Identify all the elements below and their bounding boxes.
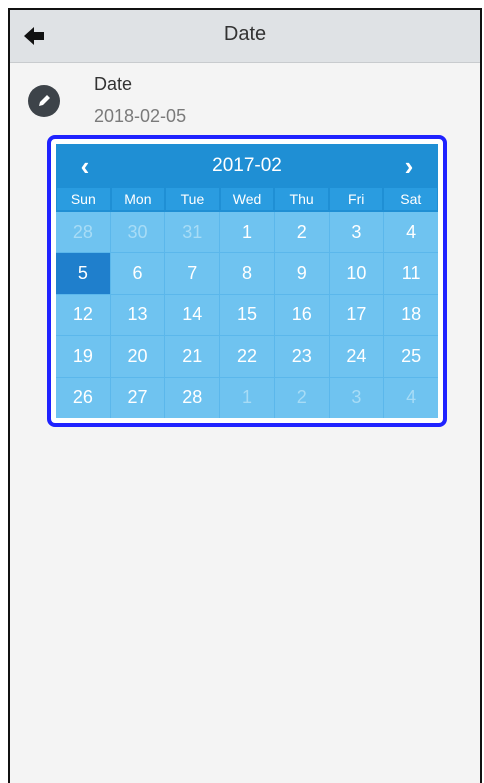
weekday-label: Sat xyxy=(384,188,438,210)
weekday-label: Mon xyxy=(111,188,165,210)
calendar-header: ‹ 2017-02 › xyxy=(56,144,438,188)
pencil-icon xyxy=(28,85,60,117)
day-cell[interactable]: 7 xyxy=(165,253,220,294)
month-label: 2017-02 xyxy=(212,155,282,176)
weekday-label: Sun xyxy=(57,188,110,210)
next-month-button[interactable]: › xyxy=(394,152,424,180)
day-grid: 28 30 31 1 2 3 4 5 6 7 8 9 10 11 12 13 14 15 16 17 18 19 20 21 2… xyxy=(56,212,438,418)
day-cell[interactable]: 25 xyxy=(384,336,438,377)
weekday-label: Tue xyxy=(166,188,219,210)
day-cell[interactable]: 22 xyxy=(220,336,274,377)
day-cell[interactable]: 2 xyxy=(274,377,329,418)
day-cell[interactable]: 28 xyxy=(165,377,220,418)
day-cell[interactable]: 6 xyxy=(110,253,165,294)
day-cell[interactable]: 2 xyxy=(274,212,329,253)
day-cell[interactable]: 10 xyxy=(329,253,384,294)
day-cell[interactable]: 11 xyxy=(384,253,438,294)
day-cell[interactable]: 3 xyxy=(329,212,384,253)
weekday-label: Thu xyxy=(275,188,328,210)
setting-value: 2018-02-05 xyxy=(94,106,187,126)
day-cell[interactable]: 3 xyxy=(329,377,384,418)
day-cell[interactable]: 14 xyxy=(165,294,220,336)
day-cell[interactable]: 1 xyxy=(220,212,274,253)
day-cell[interactable]: 4 xyxy=(384,377,438,418)
weekday-label: Wed xyxy=(220,188,274,210)
day-cell[interactable]: 12 xyxy=(56,294,110,336)
day-cell[interactable]: 20 xyxy=(110,336,165,377)
day-cell[interactable]: 27 xyxy=(110,377,165,418)
day-cell[interactable]: 19 xyxy=(56,336,110,377)
weekday-label: Fri xyxy=(329,188,383,210)
day-cell[interactable]: 9 xyxy=(274,253,329,294)
day-cell[interactable]: 23 xyxy=(274,336,329,377)
day-cell[interactable]: 15 xyxy=(220,294,274,336)
day-cell[interactable]: 16 xyxy=(274,294,329,336)
date-setting-row[interactable]: Date 2018-02-05 xyxy=(10,72,480,132)
day-cell[interactable]: 28 xyxy=(56,212,110,253)
day-cell[interactable]: 1 xyxy=(220,377,274,418)
date-picker: ‹ 2017-02 › Sun Mon Tue Wed Thu Fri Sat 28 30 31… xyxy=(56,144,438,418)
setting-title: Date xyxy=(94,74,133,94)
day-cell[interactable]: 17 xyxy=(329,294,384,336)
day-cell[interactable]: 30 xyxy=(110,212,165,253)
app-screen: Date Date 2018-02-05 ‹ 2017-02 › Sun Mon T… xyxy=(8,8,482,783)
day-cell[interactable]: 13 xyxy=(110,294,165,336)
day-cell[interactable]: 31 xyxy=(165,212,220,253)
app-header: Date xyxy=(10,10,480,63)
day-cell[interactable]: 26 xyxy=(56,377,110,418)
weekday-row: Sun Mon Tue Wed Thu Fri Sat xyxy=(56,188,438,212)
day-cell[interactable]: 18 xyxy=(384,294,438,336)
page-title: Date xyxy=(223,23,267,45)
day-cell[interactable]: 24 xyxy=(329,336,384,377)
calendar-highlight: ‹ 2017-02 › Sun Mon Tue Wed Thu Fri Sat 28 30 31… xyxy=(47,135,447,427)
day-cell[interactable]: 8 xyxy=(220,253,274,294)
day-cell[interactable]: 21 xyxy=(165,336,220,377)
selected-day-cell[interactable]: 5 xyxy=(56,253,110,294)
day-cell[interactable]: 4 xyxy=(384,212,438,253)
